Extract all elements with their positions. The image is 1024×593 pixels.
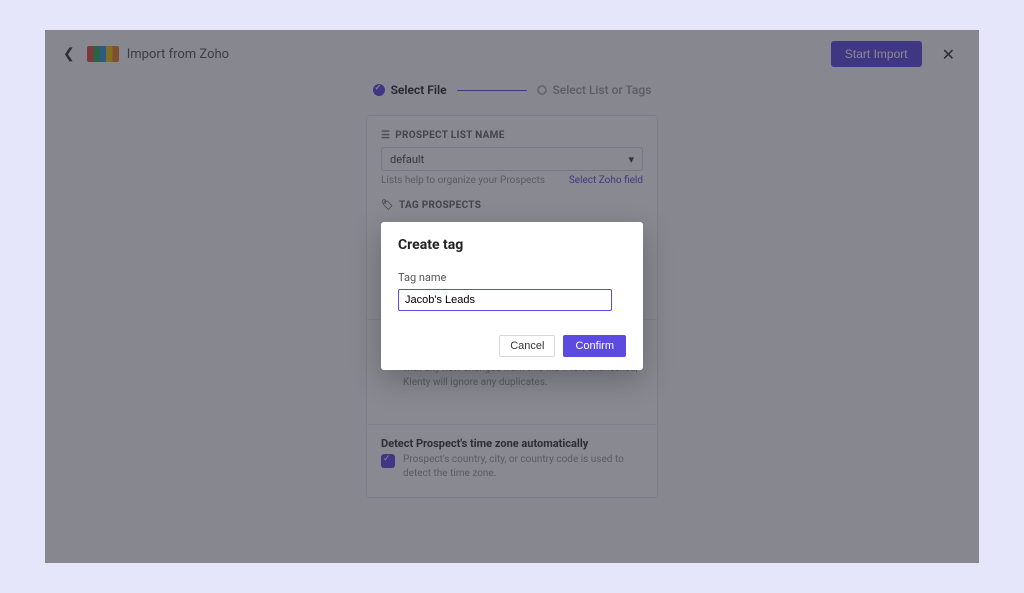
cancel-button[interactable]: Cancel xyxy=(499,335,555,357)
tag-name-input[interactable] xyxy=(398,289,612,311)
modal-title: Create tag xyxy=(398,237,626,253)
tag-name-label: Tag name xyxy=(398,271,626,284)
create-tag-modal: Create tag Tag name Cancel Confirm xyxy=(381,222,643,370)
confirm-button[interactable]: Confirm xyxy=(563,335,626,357)
